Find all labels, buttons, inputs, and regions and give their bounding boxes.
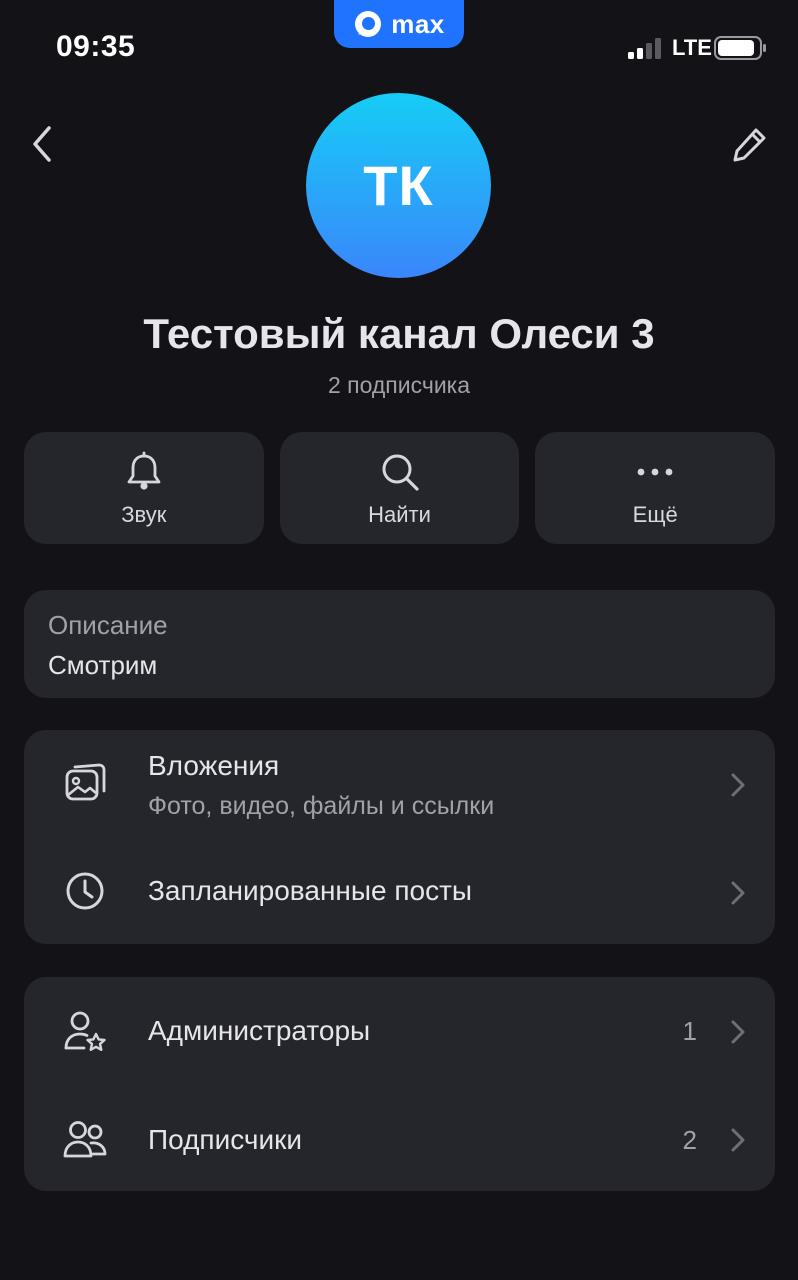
app-indicator-pill[interactable]: max [334, 0, 464, 48]
edit-button[interactable] [726, 120, 774, 168]
description-card[interactable]: Описание Смотрим [24, 590, 775, 698]
description-value: Смотрим [48, 650, 158, 680]
back-button[interactable] [22, 120, 62, 168]
subscribers-row[interactable]: Подписчики 2 [24, 1085, 775, 1191]
subscribers-title: Подписчики [148, 1124, 303, 1155]
attachments-row[interactable]: Вложения Фото, видео, файлы и ссылки [24, 730, 775, 840]
admins-title: Администраторы [148, 1015, 371, 1046]
attachments-subtitle: Фото, видео, файлы и ссылки [148, 792, 495, 820]
chevron-right-icon [727, 1125, 749, 1155]
chevron-right-icon [727, 770, 749, 800]
description-label: Описание [48, 610, 168, 640]
media-card: Вложения Фото, видео, файлы и ссылки Зап… [24, 730, 775, 944]
channel-title: Тестовый канал Олеси 3 [143, 310, 655, 357]
bell-icon [122, 450, 166, 494]
clock-icon [62, 868, 108, 914]
admins-count: 1 [682, 1016, 697, 1046]
status-bar: 09:35 max LTE [0, 0, 798, 92]
search-button[interactable]: Найти [279, 432, 520, 544]
channel-avatar[interactable]: ТК [306, 93, 491, 278]
more-button[interactable]: Ещё [535, 432, 776, 544]
members-card: Администраторы 1 Подписчики 2 [24, 977, 775, 1191]
gallery-icon [62, 760, 108, 806]
status-time: 09:35 [56, 30, 136, 63]
sound-button[interactable]: Звук [24, 432, 264, 544]
attachments-title: Вложения [148, 750, 280, 781]
users-icon [62, 1117, 108, 1163]
scheduled-posts-row[interactable]: Запланированные посты [24, 840, 775, 944]
chevron-left-icon [33, 126, 51, 162]
more-dots-icon [633, 450, 677, 494]
search-icon [378, 450, 422, 494]
signal-strength-icon [628, 38, 661, 59]
pencil-icon [733, 128, 766, 162]
subscribers-count: 2 [682, 1125, 697, 1155]
subscriber-count: 2 подписчика [327, 372, 471, 398]
sound-button-label: Звук [121, 502, 167, 527]
admins-row[interactable]: Администраторы 1 [24, 977, 775, 1085]
search-button-label: Найти [368, 502, 431, 527]
chevron-right-icon [727, 878, 749, 908]
action-buttons: Звук Найти Ещё [24, 432, 776, 544]
max-logo-icon [355, 11, 382, 37]
battery-icon [714, 36, 766, 60]
more-button-label: Ещё [632, 502, 678, 527]
app-name: max [391, 8, 445, 39]
scheduled-posts-title: Запланированные посты [148, 875, 473, 906]
chevron-right-icon [727, 1017, 749, 1047]
admin-star-icon [62, 1008, 108, 1054]
network-type: LTE [672, 35, 712, 60]
